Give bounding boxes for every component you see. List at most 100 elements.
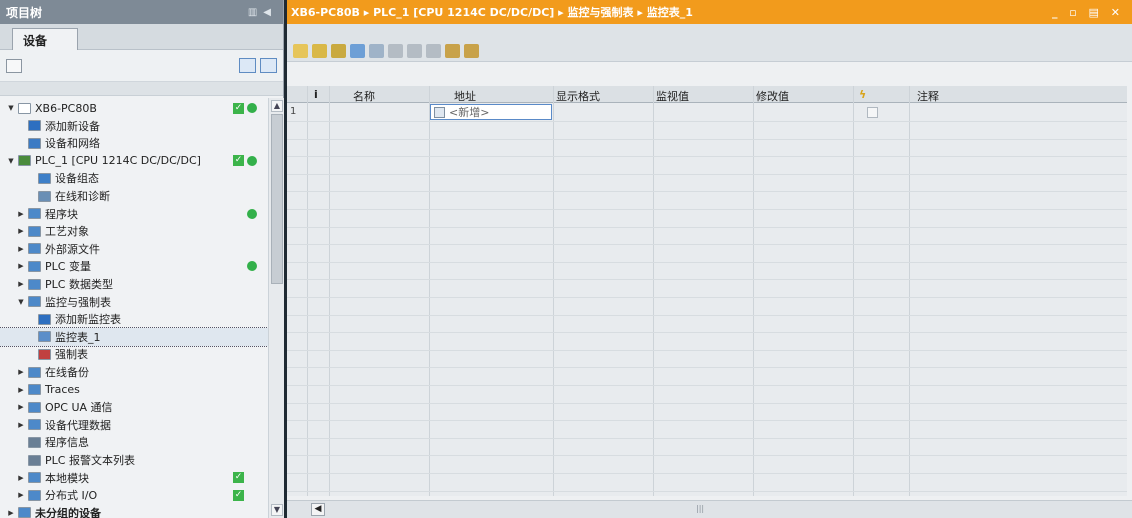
- folder-icon: [28, 296, 41, 308]
- column-divider: [753, 86, 754, 496]
- address-browse-icon[interactable]: [434, 106, 445, 118]
- expand-arrow-icon[interactable]: ▶: [16, 491, 26, 499]
- tree-item[interactable]: 设备组态: [0, 169, 268, 187]
- column-divider: [553, 86, 554, 496]
- tree-item[interactable]: 强制表: [0, 345, 268, 363]
- modify-trigger-icon[interactable]: [407, 43, 422, 58]
- tree-view-icon[interactable]: [6, 58, 22, 73]
- expand-arrow-icon[interactable]: ▼: [16, 298, 26, 306]
- tree-item[interactable]: ▶ 工艺对象: [0, 222, 268, 240]
- breadcrumb: XB6-PC80B ▸ PLC_1 [CPU 1214C DC/DC/DC] ▸…: [287, 0, 1132, 24]
- tree-item-label: 强制表: [55, 348, 88, 362]
- row-divider: [287, 437, 1127, 439]
- tree-item[interactable]: ▼ PLC_1 [CPU 1214C DC/DC/DC] ✓: [0, 152, 268, 170]
- tree-item[interactable]: ▶ 程序块: [0, 205, 268, 223]
- tree-item[interactable]: 监控表_1: [0, 326, 268, 347]
- expand-arrow-icon[interactable]: ▶: [16, 280, 26, 288]
- window-controls-icon[interactable]: _ ▫ ▤ ✕: [1052, 6, 1124, 19]
- expand-arrow-icon[interactable]: ▶: [16, 210, 26, 218]
- header-comment[interactable]: 注释: [917, 88, 939, 104]
- tree-item[interactable]: 设备和网络: [0, 134, 268, 152]
- tree-item[interactable]: ▶ 在线备份: [0, 363, 268, 381]
- expand-arrow-icon[interactable]: ▶: [16, 262, 26, 270]
- hide-columns-icon[interactable]: [464, 43, 479, 58]
- status-indicators: ✓: [233, 155, 257, 167]
- enable-peripheral-icon[interactable]: [426, 43, 441, 58]
- tree-item[interactable]: ▶ 未分组的设备: [0, 504, 268, 518]
- expand-arrow-icon[interactable]: ▶: [16, 368, 26, 376]
- header-display-format[interactable]: 显示格式: [556, 88, 600, 104]
- collapse-panel-icon[interactable]: ▥◀: [248, 7, 277, 18]
- expand-arrow-icon[interactable]: ▶: [16, 245, 26, 253]
- tree-item-label: XB6-PC80B: [35, 101, 97, 115]
- tree-item[interactable]: 添加新设备: [0, 117, 268, 135]
- scroll-thumb[interactable]: [271, 114, 283, 284]
- scroll-up-icon[interactable]: ▲: [271, 100, 283, 112]
- expand-arrow-icon[interactable]: ▼: [6, 104, 16, 112]
- expand-arrow-icon[interactable]: ▼: [6, 157, 16, 165]
- show-columns-icon[interactable]: [445, 43, 460, 58]
- tree-item[interactable]: ▶ 设备代理数据: [0, 416, 268, 434]
- tree-item[interactable]: ▶ 外部源文件: [0, 240, 268, 258]
- header-name[interactable]: 名称: [353, 88, 375, 104]
- overview-icon[interactable]: [239, 58, 256, 73]
- tree-item[interactable]: 程序信息: [0, 433, 268, 451]
- tree-item[interactable]: 添加新监控表: [0, 310, 268, 328]
- folder-icon: [28, 366, 41, 378]
- tree-item-label: 在线备份: [45, 366, 89, 379]
- online-status-icon: [247, 208, 257, 219]
- modify-checkbox[interactable]: [867, 107, 878, 118]
- tree-item[interactable]: ▶ PLC 变量: [0, 257, 268, 275]
- table-horizontal-scrollbar[interactable]: ◀ |||: [287, 500, 1132, 518]
- watch-table-editor: XB6-PC80B ▸ PLC_1 [CPU 1214C DC/DC/DC] ▸…: [287, 0, 1132, 518]
- tree-item-label: 在线和诊断: [55, 190, 110, 203]
- row-divider: [287, 156, 1127, 158]
- scroll-left-icon[interactable]: ◀: [311, 503, 325, 516]
- tree-item[interactable]: 在线和诊断: [0, 187, 268, 205]
- column-divider: [853, 86, 854, 496]
- row-divider: [287, 455, 1127, 457]
- folder-icon: [28, 225, 41, 237]
- tree-item-label: PLC_1 [CPU 1214C DC/DC/DC]: [35, 154, 201, 168]
- project-tree-title-bar: 项目树 ▥◀: [0, 0, 283, 24]
- monitor-once-icon[interactable]: [369, 43, 384, 58]
- row-divider: [287, 490, 1127, 492]
- tab-devices[interactable]: 设备: [12, 28, 78, 50]
- header-modify-icon: ϟ: [859, 88, 867, 101]
- expand-arrow-icon[interactable]: ▶: [16, 386, 26, 394]
- add-row-icon[interactable]: [312, 43, 327, 58]
- folder-icon: [28, 278, 41, 290]
- header-monitor-value[interactable]: 监视值: [656, 88, 689, 104]
- project-icon: [18, 102, 31, 114]
- tree-item[interactable]: ▶ Traces: [0, 381, 268, 399]
- expand-arrow-icon[interactable]: ▶: [16, 421, 26, 429]
- row-divider: [287, 279, 1127, 281]
- expand-arrow-icon[interactable]: ▶: [16, 227, 26, 235]
- tree-item[interactable]: ▶ 分布式 I/O ✓: [0, 486, 268, 504]
- expand-icon[interactable]: [260, 58, 277, 73]
- tree-item[interactable]: ▶ 本地模块 ✓: [0, 469, 268, 487]
- expand-arrow-icon[interactable]: ▶: [16, 403, 26, 411]
- status-indicators: [233, 208, 257, 219]
- tree-item[interactable]: ▶ PLC 数据类型: [0, 275, 268, 293]
- tree-item[interactable]: ▶ OPC UA 通信: [0, 398, 268, 416]
- tree-vertical-scrollbar[interactable]: ▲ ▼: [268, 98, 284, 518]
- modify-now-icon[interactable]: [388, 43, 403, 58]
- update-addresses-icon[interactable]: [331, 43, 346, 58]
- tree-item-label: PLC 报警文本列表: [45, 454, 135, 467]
- tree-item[interactable]: PLC 报警文本列表: [0, 451, 268, 469]
- header-address[interactable]: 地址: [454, 88, 476, 104]
- folder-icon: [28, 419, 41, 431]
- tree-item[interactable]: ▼ 监控与强制表: [0, 293, 268, 311]
- expand-arrow-icon[interactable]: ▶: [16, 474, 26, 482]
- header-modify-value[interactable]: 修改值: [756, 88, 789, 104]
- insert-row-icon[interactable]: [293, 43, 308, 58]
- monitor-all-icon[interactable]: [350, 43, 365, 58]
- address-input[interactable]: <新增>: [430, 104, 552, 120]
- tree-item[interactable]: ▼ XB6-PC80B ✓: [0, 99, 268, 117]
- row-divider: [287, 402, 1127, 404]
- row-divider: [287, 173, 1127, 175]
- status-indicators: ✓: [233, 102, 257, 114]
- scroll-down-icon[interactable]: ▼: [271, 504, 283, 516]
- expand-arrow-icon[interactable]: ▶: [6, 509, 16, 517]
